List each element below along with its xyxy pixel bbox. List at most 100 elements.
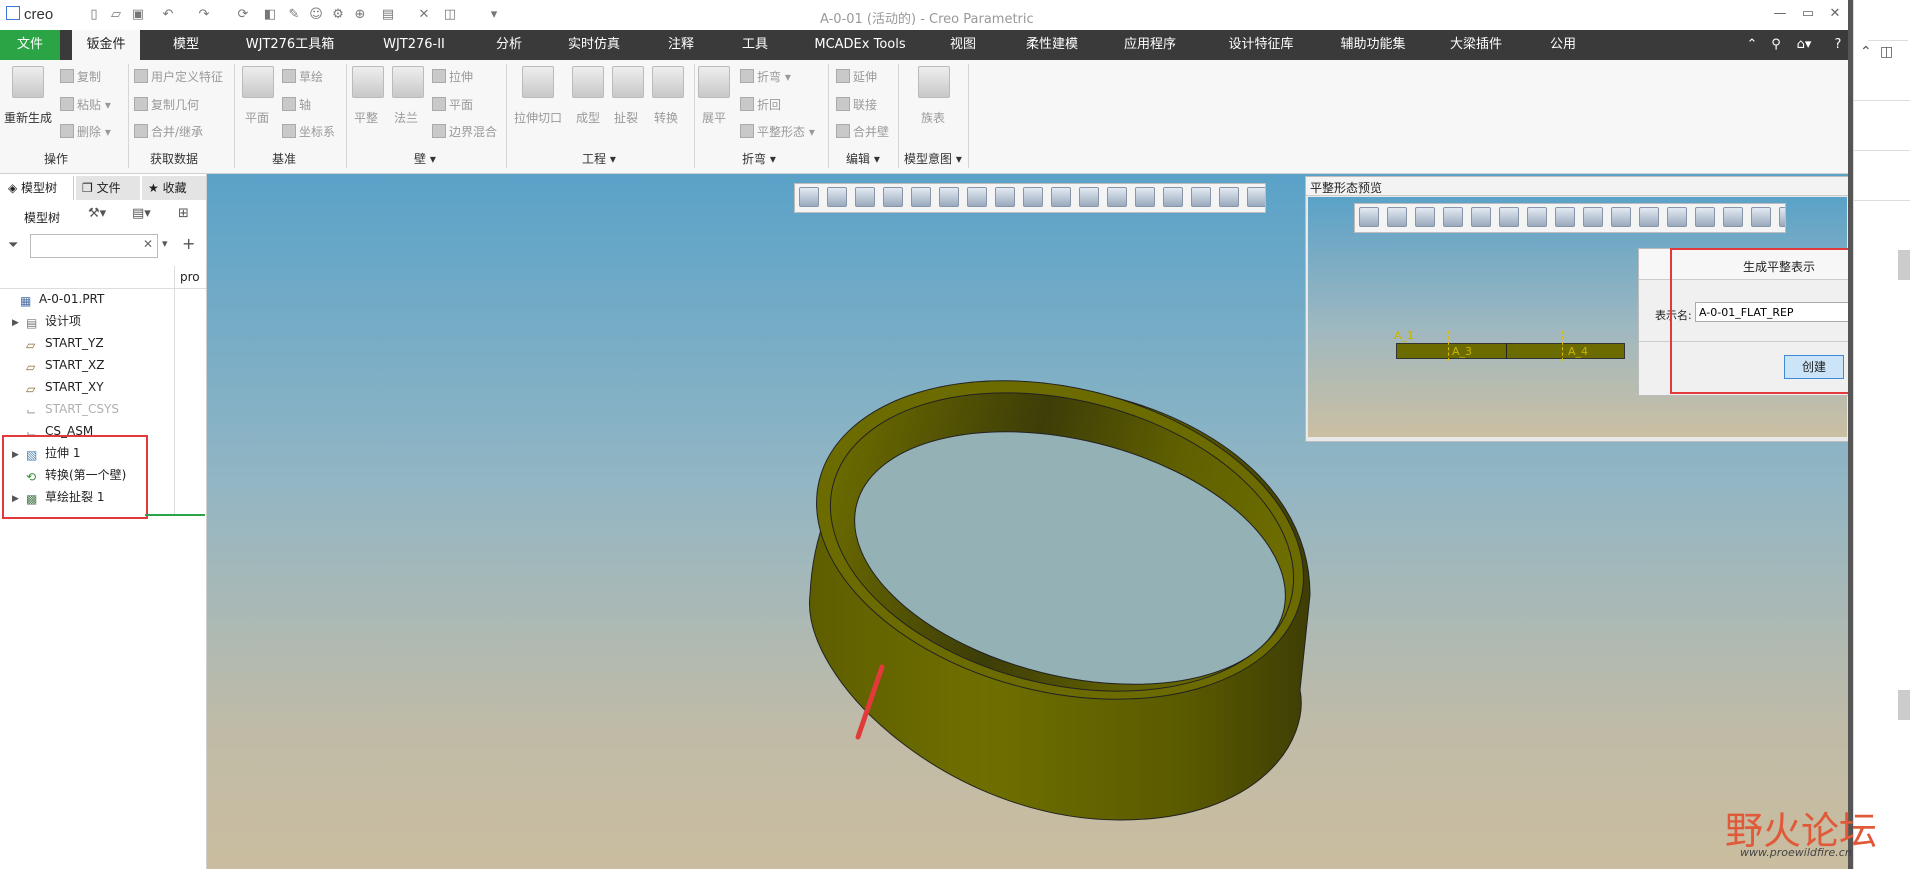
tab-feature-library[interactable]: 设计特征库 (1214, 30, 1308, 60)
flange-button[interactable]: 法兰 (394, 109, 418, 126)
expand-icon[interactable]: ⌃ (1860, 44, 1872, 60)
tree-item[interactable]: ▦ A-0-01.PRT (0, 288, 104, 310)
maximize-icon[interactable]: ▭ (1796, 6, 1820, 21)
refit-icon[interactable] (1359, 207, 1379, 227)
redo-icon[interactable]: ↷ (196, 7, 212, 23)
windows-icon[interactable]: ◧ (262, 7, 278, 23)
flat-view-icon[interactable] (1723, 207, 1743, 227)
regenerate-icon[interactable]: ⟳ (235, 7, 251, 23)
saved-views-icon[interactable] (911, 187, 931, 207)
tab-flexible-modeling[interactable]: 柔性建模 (1014, 30, 1090, 60)
add-filter-icon[interactable]: + (182, 234, 195, 253)
cube-view-icon[interactable]: ◫ (442, 7, 458, 23)
paste-button[interactable]: 粘贴 ▾ (60, 96, 111, 113)
regenerate-big-icon[interactable] (12, 66, 44, 98)
tab-annotate[interactable]: 注释 (656, 30, 706, 60)
tab-model-tree[interactable]: ◈ 模型树 (0, 176, 74, 200)
tree-filter-icon[interactable]: ▤▾ (132, 206, 151, 221)
extrude-cut-big-icon[interactable] (522, 66, 554, 98)
import-icon[interactable] (1695, 207, 1715, 227)
saved-views-icon[interactable] (1471, 207, 1491, 227)
close-window-icon[interactable]: ✕ (416, 7, 432, 23)
tab-sheetmetal[interactable]: 钣金件 (72, 30, 140, 60)
udf-button[interactable]: 用户定义特征 (134, 68, 223, 85)
flat-wall-big-icon[interactable] (352, 66, 384, 98)
group-label-getdata[interactable]: 获取数据 (150, 150, 198, 167)
qat-dropdown-icon[interactable]: ▾ (486, 7, 502, 23)
repaint-icon[interactable] (1443, 207, 1463, 227)
bend-back-button[interactable]: 折回 (740, 96, 781, 113)
zoom-out-icon[interactable] (855, 187, 875, 207)
extrude-cut-button[interactable]: 拉伸切口 (514, 109, 562, 126)
column-display-icon[interactable]: ⊞ (178, 206, 189, 221)
group-label-ops[interactable]: 操作 (44, 150, 68, 167)
smiley-icon[interactable]: ☺ (308, 7, 324, 23)
tab-analysis[interactable]: 分析 (484, 30, 534, 60)
clear-search-icon[interactable]: ✕ (143, 237, 153, 251)
sheetmetal-ring-model[interactable] (790, 380, 1320, 830)
tree-item[interactable]: ▱ START_XZ (0, 354, 104, 376)
orient-icon[interactable] (1751, 207, 1771, 227)
spin-center-icon[interactable] (1135, 187, 1155, 207)
family-table-button[interactable]: 族表 (921, 109, 945, 126)
view-manager-icon[interactable] (1527, 207, 1547, 227)
tab-aux-functions[interactable]: 辅助功能集 (1326, 30, 1420, 60)
flat-wall-button[interactable]: 平整 (354, 109, 378, 126)
tree-item[interactable]: ▶ ▤ 设计项 (0, 310, 81, 332)
view-manager-icon[interactable] (967, 187, 987, 207)
copy-geometry-button[interactable]: 复制几何 (134, 96, 199, 113)
convert-big-icon[interactable] (652, 66, 684, 98)
group-label-datum[interactable]: 基准 (272, 150, 296, 167)
search-icon[interactable]: ⚲ (1768, 30, 1784, 60)
display-style-icon[interactable] (939, 187, 959, 207)
datum-plane-big-icon[interactable] (242, 66, 274, 98)
tree-item[interactable]: ▱ START_XY (0, 376, 104, 398)
display-style-icon[interactable] (1499, 207, 1519, 227)
minimize-icon[interactable]: — (1768, 6, 1792, 21)
expand-arrow-icon[interactable]: ▶ (12, 312, 26, 334)
scrollbar-thumb[interactable] (1898, 690, 1910, 720)
family-table-big-icon[interactable] (918, 66, 950, 98)
restore-icon[interactable]: ◫ (1880, 44, 1893, 60)
zoom-in-icon[interactable] (827, 187, 847, 207)
sketch-button[interactable]: 草绘 (282, 68, 323, 85)
tab-file[interactable]: 文件 (0, 30, 60, 60)
group-label-model-intent[interactable]: 模型意图 ▾ (904, 150, 962, 167)
form-button[interactable]: 成型 (576, 109, 600, 126)
boundary-blend-button[interactable]: 边界混合 (432, 123, 497, 140)
unbend-button[interactable]: 展平 (702, 109, 726, 126)
tree-item[interactable]: ▱ START_YZ (0, 332, 104, 354)
warning-icon[interactable] (1219, 187, 1239, 207)
axis-display-icon[interactable] (1611, 207, 1631, 227)
pause-icon[interactable] (1247, 187, 1265, 207)
merge-walls-button[interactable]: 合并壁 (836, 123, 889, 140)
help-icon[interactable]: ? (1830, 30, 1846, 60)
search-input[interactable] (30, 234, 158, 258)
tab-simulation[interactable]: 实时仿真 (556, 30, 632, 60)
csys-button[interactable]: 坐标系 (282, 123, 335, 140)
csys-display-icon[interactable] (1079, 187, 1099, 207)
tab-mcadex-tools[interactable]: MCADEx Tools (806, 30, 914, 60)
gears-icon[interactable]: ⚙ (330, 7, 346, 23)
tab-tools[interactable]: 工具 (730, 30, 780, 60)
axis-button[interactable]: 轴 (282, 96, 311, 113)
collapse-ribbon-icon[interactable]: ⌃ (1744, 30, 1760, 60)
form-big-icon[interactable] (572, 66, 604, 98)
zoom-out-icon[interactable] (1415, 207, 1435, 227)
convert-button[interactable]: 转换 (654, 109, 678, 126)
datum-display-icon[interactable] (1555, 207, 1575, 227)
plane-wall-button[interactable]: 平面 (432, 96, 473, 113)
rip-button[interactable]: 扯裂 (614, 109, 638, 126)
group-label-edit[interactable]: 编辑 ▾ (846, 150, 880, 167)
undo-icon[interactable]: ↶ (160, 7, 176, 23)
tab-common[interactable]: 公用 (1538, 30, 1588, 60)
datum-display-icon[interactable] (1023, 187, 1043, 207)
perspective-icon[interactable] (995, 187, 1015, 207)
new-file-icon[interactable]: ▯ (86, 7, 102, 23)
display-icon[interactable]: ▤ (380, 7, 396, 23)
axis-display-icon[interactable] (1107, 187, 1127, 207)
tab-applications[interactable]: 应用程序 (1112, 30, 1188, 60)
save-icon[interactable]: ▣ (130, 7, 146, 23)
group-label-engineering[interactable]: 工程 ▾ (582, 150, 616, 167)
plane-button[interactable]: 平面 (245, 109, 269, 126)
